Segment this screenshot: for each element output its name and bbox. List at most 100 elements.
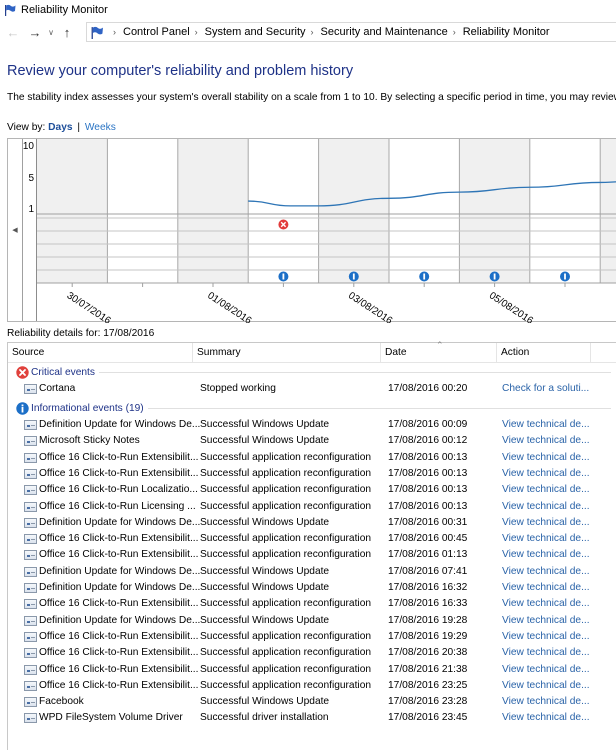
row-action-link[interactable]: View technical de... — [502, 501, 590, 512]
day-column[interactable] — [459, 139, 530, 283]
table-row[interactable]: Office 16 Click-to-Run Extensibilit... Su… — [8, 629, 616, 645]
info-event-marker[interactable] — [419, 271, 430, 282]
row-action-link[interactable]: View technical de... — [502, 533, 590, 544]
application-window-icon — [24, 550, 37, 561]
table-row[interactable]: Definition Update for Windows De... Succe… — [8, 417, 616, 433]
info-glyph — [493, 273, 496, 280]
row-date: 17/08/2016 00:13 — [388, 484, 468, 496]
column-header-action[interactable]: Action — [497, 343, 591, 363]
row-source: Office 16 Click-to-Run Extensibilit... — [39, 467, 199, 479]
application-window-icon — [24, 452, 37, 463]
stability-chart[interactable]: 30/07/2016 01/08/2016 03/08/2016 05/08/2016… — [7, 138, 616, 323]
table-row[interactable]: Microsoft Sticky Notes Successful Windows… — [8, 433, 616, 449]
day-column[interactable] — [389, 139, 460, 283]
address-bar[interactable]: › Control Panel › System and Security › … — [86, 22, 616, 42]
column-header-summary[interactable]: Summary — [193, 343, 381, 363]
application-window-icon — [24, 615, 37, 626]
day-column[interactable] — [177, 139, 249, 283]
row-action-link[interactable]: View technical de... — [502, 468, 590, 479]
informational-events-group[interactable]: Informational events (19) — [8, 400, 616, 416]
table-header: Source Summary Date ⌃ Action — [8, 340, 616, 363]
row-source: Office 16 Click-to-Run Extensibilit... — [39, 451, 199, 463]
row-action-link[interactable]: View technical de... — [502, 419, 590, 430]
column-header-source[interactable]: Source — [8, 343, 193, 363]
title-bar: Reliability Monitor — [0, 0, 616, 20]
row-action-link[interactable]: View technical de... — [502, 582, 590, 593]
chevron-right-icon[interactable]: › — [311, 27, 314, 37]
row-source: Definition Update for Windows De... — [39, 614, 201, 626]
table-row[interactable]: Office 16 Click-to-Run Extensibilit... Su… — [8, 596, 616, 612]
informational-events-label[interactable]: Informational events (19) — [31, 403, 144, 414]
view-by-weeks-link[interactable]: Weeks — [85, 122, 116, 133]
table-row[interactable]: Office 16 Click-to-Run Extensibilit... Su… — [8, 450, 616, 466]
breadcrumb-reliability-monitor[interactable]: Reliability Monitor — [463, 26, 550, 38]
view-by-days-link[interactable]: Days — [48, 122, 72, 133]
table-row[interactable]: Office 16 Click-to-Run Localizatio... Suc… — [8, 482, 616, 498]
table-row[interactable]: Office 16 Click-to-Run Extensibilit... Su… — [8, 678, 616, 694]
table-row[interactable]: Office 16 Click-to-Run Licensing ... Succ… — [8, 499, 616, 515]
group-divider — [147, 407, 611, 409]
table-row[interactable]: Office 16 Click-to-Run Extensibilit... Su… — [8, 662, 616, 678]
row-action-link[interactable]: View technical de... — [502, 712, 590, 723]
row-action-link[interactable]: View technical de... — [502, 484, 590, 495]
row-action-link[interactable]: Check for a soluti... — [502, 383, 589, 394]
row-action-link[interactable]: View technical de... — [502, 647, 590, 658]
breadcrumb-system-and-security[interactable]: System and Security — [205, 26, 306, 38]
arrow-left-icon[interactable]: ← — [4, 22, 22, 42]
info-event-marker[interactable] — [348, 271, 359, 282]
row-action-link[interactable]: View technical de... — [502, 452, 590, 463]
day-column[interactable] — [107, 139, 178, 283]
application-window-icon — [24, 599, 37, 610]
table-row[interactable]: Office 16 Click-to-Run Extensibilit... Su… — [8, 466, 616, 482]
row-action-link[interactable]: View technical de... — [502, 680, 590, 691]
info-event-marker[interactable] — [489, 271, 500, 282]
breadcrumb-control-panel[interactable]: Control Panel — [123, 26, 190, 38]
row-summary: Successful Windows Update — [200, 582, 330, 593]
triangle-left-icon[interactable]: ◀ — [8, 139, 23, 321]
critical-events-group[interactable]: Critical events — [8, 364, 616, 380]
table-row[interactable]: Definition Update for Windows De... Succe… — [8, 613, 616, 629]
chevron-right-icon[interactable]: › — [195, 27, 198, 37]
row-action-link[interactable]: View technical de... — [502, 566, 590, 577]
day-column[interactable] — [600, 139, 616, 283]
row-action-link[interactable]: View technical de... — [502, 631, 590, 642]
application-window-icon — [24, 420, 37, 430]
day-column[interactable] — [248, 139, 319, 283]
critical-event-marker[interactable] — [278, 219, 289, 230]
table-row[interactable]: Office 16 Click-to-Run Extensibilit... Su… — [8, 547, 616, 563]
row-date: 17/08/2016 23:25 — [388, 679, 468, 691]
chevron-right-icon[interactable]: › — [113, 27, 116, 37]
chevron-right-icon[interactable]: › — [453, 27, 456, 37]
stability-chart-canvas[interactable]: 30/07/2016 01/08/2016 03/08/2016 05/08/2016 — [8, 139, 616, 323]
table-row[interactable]: Definition Update for Windows De... Succe… — [8, 580, 616, 596]
application-window-icon — [24, 384, 37, 394]
row-action-link[interactable]: View technical de... — [502, 615, 590, 626]
row-action-link[interactable]: View technical de... — [502, 696, 590, 707]
info-glyph — [564, 273, 566, 280]
info-event-marker[interactable] — [278, 271, 289, 282]
chevron-down-icon[interactable]: ∨ — [44, 22, 58, 42]
breadcrumb-security-and-maintenance[interactable]: Security and Maintenance — [321, 26, 448, 38]
critical-events-label[interactable]: Critical events — [31, 367, 95, 378]
row-action-link[interactable]: View technical de... — [502, 435, 590, 446]
table-row[interactable]: Cortana Stopped working 17/08/2016 00:20 Ch… — [8, 381, 616, 397]
row-action-link[interactable]: View technical de... — [502, 598, 590, 609]
table-row[interactable]: Office 16 Click-to-Run Extensibilit... Su… — [8, 645, 616, 661]
day-column[interactable] — [318, 139, 389, 283]
table-row[interactable]: WPD FileSystem Volume Driver Successful d… — [8, 710, 616, 726]
info-event-marker[interactable] — [560, 271, 570, 282]
table-row[interactable]: Office 16 Click-to-Run Extensibilit... Su… — [8, 531, 616, 547]
row-date: 17/08/2016 01:13 — [388, 549, 468, 561]
details-table: Source Summary Date ⌃ Action Critical ev… — [7, 340, 616, 750]
table-row[interactable]: Definition Update for Windows De... Succe… — [8, 515, 616, 531]
day-column[interactable] — [37, 139, 108, 283]
table-row[interactable]: Facebook Successful Windows Update 17/08/2… — [8, 694, 616, 710]
table-row[interactable]: Definition Update for Windows De... Succe… — [8, 564, 616, 580]
row-action-link[interactable]: View technical de... — [502, 517, 590, 528]
arrow-right-icon[interactable]: → — [26, 22, 44, 42]
arrow-up-icon[interactable]: ↑ — [58, 22, 76, 42]
row-source: Office 16 Click-to-Run Extensibilit... — [39, 679, 199, 691]
day-column[interactable] — [529, 139, 601, 283]
row-action-link[interactable]: View technical de... — [502, 664, 590, 675]
row-action-link[interactable]: View technical de... — [502, 549, 590, 560]
